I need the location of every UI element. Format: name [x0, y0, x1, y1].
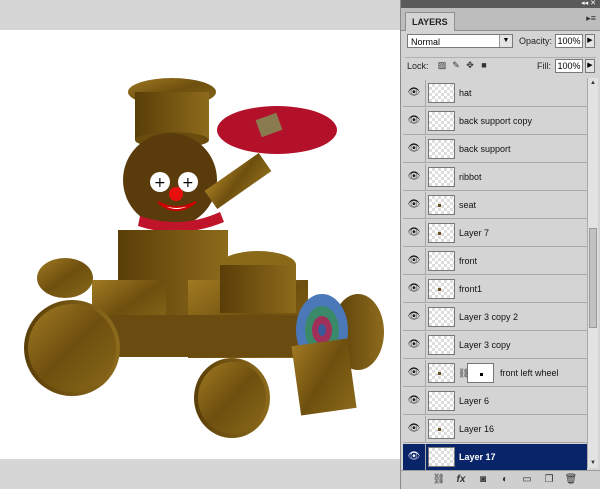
- layer-row-layer-3-copy[interactable]: 👁 Layer 3 copy: [403, 332, 587, 359]
- trash-icon[interactable]: 🗑: [563, 473, 579, 487]
- eye-icon[interactable]: 👁: [407, 143, 421, 155]
- layer-thumbnail: [428, 251, 455, 271]
- layer-thumbnail: [428, 447, 455, 467]
- layer-thumbnail: [428, 307, 455, 327]
- layer-name: ribbot: [459, 172, 482, 182]
- eye-icon[interactable]: 👁: [407, 255, 421, 267]
- fill-label: Fill:: [537, 61, 551, 71]
- panel-titlebar: ◂◂ ✕: [401, 0, 600, 8]
- fill-stepper-icon[interactable]: ▶: [585, 59, 595, 73]
- layer-name: Layer 17: [459, 452, 496, 462]
- layer-thumbnail: [428, 335, 455, 355]
- layer-name: front: [459, 256, 478, 266]
- layer-name: front left wheel: [500, 368, 559, 378]
- blend-opacity-row: Normal ▼ Opacity: 100% ▶: [405, 34, 596, 52]
- layer-row-layer-17[interactable]: 👁 Layer 17: [403, 444, 587, 470]
- new-layer-icon[interactable]: ❐: [541, 473, 557, 487]
- layer-thumbnail: [428, 139, 455, 159]
- opacity-field[interactable]: 100%: [555, 34, 583, 48]
- layer-row-seat[interactable]: 👁 seat: [403, 192, 587, 219]
- layer-name: front1: [459, 284, 483, 294]
- svg-text:+: +: [154, 175, 166, 191]
- link-icon[interactable]: ⛓: [431, 473, 447, 487]
- lock-move-icon[interactable]: ✥: [465, 60, 475, 70]
- layer-row-front1[interactable]: 👁 front1: [403, 276, 587, 303]
- eye-icon[interactable]: 👁: [407, 283, 421, 295]
- layer-name: Layer 3 copy 2: [459, 312, 519, 322]
- scroll-up-icon[interactable]: ▲: [588, 78, 598, 88]
- layer-row-layer-6[interactable]: 👁 Layer 6: [403, 388, 587, 415]
- layer-thumbnail: [428, 419, 455, 439]
- layer-thumbnail: [428, 83, 455, 103]
- layer-row-front[interactable]: 👁 front: [403, 248, 587, 275]
- layer-name: Layer 3 copy: [459, 340, 511, 350]
- lock-all-icon[interactable]: ■: [479, 60, 489, 70]
- layer-row-back-support[interactable]: 👁 back support: [403, 136, 587, 163]
- scroll-thumb[interactable]: [589, 228, 597, 328]
- group-icon[interactable]: ▭: [519, 473, 535, 487]
- layer-name: seat: [459, 200, 477, 210]
- layer-name: Layer 6: [459, 396, 490, 406]
- layer-row-layer-7[interactable]: 👁 Layer 7: [403, 220, 587, 247]
- eye-icon[interactable]: 👁: [407, 423, 421, 435]
- layer-thumbnail: [428, 167, 455, 187]
- fx-icon[interactable]: fx: [453, 473, 469, 487]
- eye-icon[interactable]: 👁: [407, 311, 421, 323]
- head: [123, 133, 217, 227]
- svg-text:+: +: [182, 175, 194, 191]
- panel-menu-icon[interactable]: ▸≡: [586, 13, 596, 24]
- toy-artwork: + +: [24, 78, 384, 438]
- eye-icon[interactable]: 👁: [407, 367, 421, 379]
- layer-row-ribbot[interactable]: 👁 ribbot: [403, 164, 587, 191]
- tab-layers[interactable]: LAYERS: [405, 12, 455, 31]
- layer-thumbnail: [428, 363, 455, 383]
- adjustment-icon[interactable]: ◐: [497, 473, 513, 487]
- opacity-stepper-icon[interactable]: ▶: [585, 34, 595, 48]
- layer-row-back-support-copy[interactable]: 👁 back support copy: [403, 108, 587, 135]
- layer-name: hat: [459, 88, 472, 98]
- layer-mask-thumbnail[interactable]: [467, 363, 494, 383]
- layers-panel: ◂◂ ✕ LAYERS ▸≡ Normal ▼ Opacity: 100% ▶ …: [400, 0, 600, 489]
- eye-icon[interactable]: 👁: [407, 115, 421, 127]
- layers-bottom-toolbar: ⛓ fx ◙ ◐ ▭ ❐ 🗑: [401, 470, 600, 489]
- layer-list: 👁 hat 👁 back support copy 👁 back support 👁 r…: [403, 78, 587, 470]
- layer-row-layer-3-copy-2[interactable]: 👁 Layer 3 copy 2: [403, 304, 587, 331]
- layer-thumbnail: [428, 223, 455, 243]
- layer-thumbnail: [428, 391, 455, 411]
- layer-thumbnail: [428, 195, 455, 215]
- scroll-down-icon[interactable]: ▼: [588, 458, 598, 468]
- blend-mode-select[interactable]: Normal ▼: [407, 34, 513, 48]
- lock-label: Lock:: [407, 61, 429, 71]
- tab-row: LAYERS ▸≡: [401, 8, 600, 31]
- panel-collapse-icon[interactable]: ◂◂ ✕: [581, 0, 596, 8]
- eye-icon[interactable]: 👁: [407, 227, 421, 239]
- canvas-area: + +: [0, 0, 400, 489]
- layer-row-front-left-wheel[interactable]: 👁 ⛓ front left wheel: [403, 360, 587, 387]
- lock-transparent-icon[interactable]: ▨: [437, 60, 447, 70]
- eye-icon[interactable]: 👁: [407, 395, 421, 407]
- layers-scrollbar[interactable]: ▲ ▼: [587, 78, 598, 468]
- mask-icon[interactable]: ◙: [475, 473, 491, 487]
- eye-icon[interactable]: 👁: [407, 87, 421, 99]
- layer-thumbnail: [428, 111, 455, 131]
- layer-name: Layer 16: [459, 424, 495, 434]
- lock-fill-row: Lock: ▨ ✎ ✥ ■ Fill: 100% ▶: [405, 57, 596, 74]
- lock-brush-icon[interactable]: ✎: [451, 60, 461, 70]
- layer-thumbnail: [428, 279, 455, 299]
- layer-name: back support: [459, 144, 511, 154]
- eye-icon[interactable]: 👁: [407, 199, 421, 211]
- eye-icon[interactable]: 👁: [407, 339, 421, 351]
- layer-name: back support copy: [459, 116, 533, 126]
- layer-name: Layer 7: [459, 228, 490, 238]
- document-canvas[interactable]: + +: [0, 30, 400, 459]
- eye-icon[interactable]: 👁: [407, 171, 421, 183]
- layer-row-hat[interactable]: 👁 hat: [403, 80, 587, 107]
- opacity-label: Opacity:: [519, 36, 553, 46]
- fill-field[interactable]: 100%: [555, 59, 583, 73]
- blend-mode-value: Normal: [411, 37, 441, 47]
- layer-row-layer-16[interactable]: 👁 Layer 16: [403, 416, 587, 443]
- chevron-down-icon[interactable]: ▼: [499, 35, 512, 47]
- eye-icon[interactable]: 👁: [407, 451, 421, 463]
